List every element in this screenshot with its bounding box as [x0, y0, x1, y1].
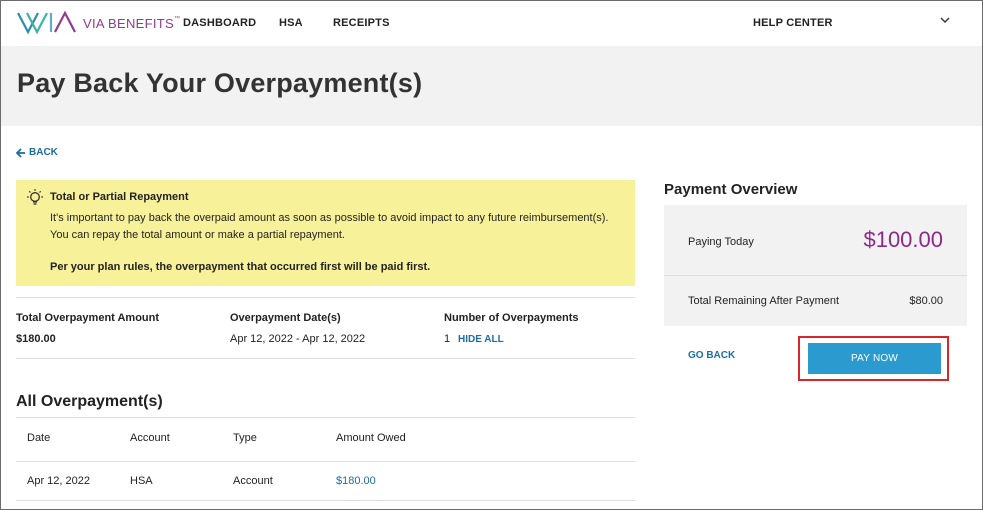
- divider: [16, 297, 635, 298]
- total-overpayment-label: Total Overpayment Amount: [16, 312, 160, 324]
- payment-overview-title: Payment Overview: [664, 181, 798, 198]
- back-link[interactable]: BACK: [16, 147, 58, 158]
- callout-title: Total or Partial Repayment: [50, 191, 189, 203]
- remaining-after-payment-value: $80.00: [909, 295, 943, 307]
- column-header-type: Type: [233, 432, 257, 444]
- go-back-link[interactable]: GO BACK: [688, 350, 735, 361]
- arrow-left-icon: [16, 147, 25, 158]
- nav-hsa[interactable]: HSA: [279, 17, 303, 29]
- column-header-account: Account: [130, 432, 170, 444]
- title-band: Pay Back Your Overpayment(s): [1, 46, 982, 126]
- nav-receipts[interactable]: RECEIPTS: [333, 17, 390, 29]
- row-type: Account: [233, 475, 273, 487]
- callout-note: Per your plan rules, the overpayment tha…: [50, 261, 431, 273]
- page-title: Pay Back Your Overpayment(s): [17, 68, 423, 98]
- number-of-overpayments-value: 1: [444, 333, 451, 345]
- row-date: Apr 12, 2022: [27, 475, 90, 487]
- hide-all-link[interactable]: HIDE ALL: [458, 334, 504, 345]
- table-top-border: [16, 417, 635, 418]
- via-benefits-logo[interactable]: VIA BENEFITS™: [17, 10, 180, 34]
- table-header-border: [16, 461, 635, 462]
- paying-today-amount: $100.00: [863, 227, 943, 252]
- nav-help-center[interactable]: HELP CENTER: [753, 17, 833, 29]
- remaining-after-payment-label: Total Remaining After Payment: [688, 295, 840, 307]
- total-overpayment-value: $180.00: [16, 333, 56, 345]
- column-header-date: Date: [27, 432, 51, 444]
- row-amount-owed-link[interactable]: $180.00: [336, 475, 376, 487]
- table-row-border: [16, 500, 635, 501]
- via-logo-mark-icon: [17, 10, 76, 34]
- number-of-overpayments-label: Number of Overpayments: [444, 312, 579, 324]
- column-header-amount-owed: Amount Owed: [336, 432, 406, 444]
- all-overpayments-title: All Overpayment(s): [16, 393, 163, 410]
- paying-today-label: Paying Today: [688, 236, 754, 248]
- back-label: BACK: [29, 147, 58, 158]
- top-nav-bar: VIA BENEFITS™ DASHBOARD HSA RECEIPTS HEL…: [1, 1, 982, 45]
- row-account: HSA: [130, 475, 153, 487]
- overpayment-dates-value: Apr 12, 2022 - Apr 12, 2022: [230, 333, 366, 345]
- divider: [664, 275, 967, 276]
- callout-body: It's important to pay back the overpaid …: [50, 212, 609, 241]
- logo-text: VIA BENEFITS™: [83, 15, 181, 31]
- repayment-info-callout: Total or Partial Repayment It's importan…: [16, 180, 635, 286]
- lightbulb-icon: [27, 189, 43, 205]
- nav-dashboard[interactable]: DASHBOARD: [183, 17, 256, 29]
- overpayment-dates-label: Overpayment Date(s): [230, 312, 341, 324]
- payment-overview-box: Paying Today $100.00 Total Remaining Aft…: [664, 205, 967, 326]
- chevron-down-icon[interactable]: [938, 13, 952, 27]
- pay-now-button[interactable]: PAY NOW: [808, 343, 941, 374]
- divider: [16, 358, 635, 359]
